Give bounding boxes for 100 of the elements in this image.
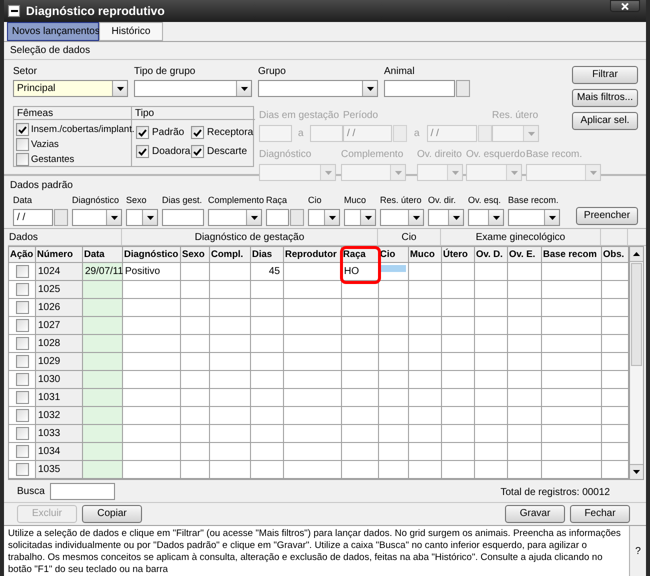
- table-cell: 1031: [36, 389, 83, 406]
- column-header[interactable]: Diagnóstico: [123, 247, 181, 262]
- column-header[interactable]: Base recom: [542, 247, 602, 262]
- dropdown-field[interactable]: [259, 164, 336, 181]
- checkbox[interactable]: [16, 409, 28, 422]
- checkbox[interactable]: [16, 153, 29, 166]
- input-field[interactable]: [259, 125, 292, 142]
- action-button[interactable]: Filtrar: [572, 66, 638, 84]
- checkbox[interactable]: [16, 301, 28, 314]
- field-label: Data: [13, 194, 34, 207]
- column-header[interactable]: Muco: [409, 247, 442, 262]
- table-cell: 1025: [36, 281, 83, 298]
- close-button[interactable]: [610, 0, 640, 12]
- dropdown-field[interactable]: [428, 209, 464, 226]
- checkbox[interactable]: [16, 337, 28, 350]
- input-field[interactable]: [266, 209, 289, 226]
- input-field[interactable]: [384, 80, 455, 97]
- input-field[interactable]: [162, 209, 204, 226]
- dropdown-field[interactable]: [492, 125, 539, 142]
- checkbox[interactable]: [16, 463, 28, 476]
- dropdown-field[interactable]: [72, 209, 122, 226]
- dropdown-field[interactable]: [468, 209, 504, 226]
- input-field[interactable]: [310, 125, 343, 142]
- dropdown-field[interactable]: [134, 80, 252, 97]
- field-label: Base recom.: [526, 148, 584, 161]
- dropdown-field[interactable]: [466, 164, 522, 181]
- tab[interactable]: Novos lançamentos: [7, 22, 99, 41]
- action-button[interactable]: Aplicar sel.: [572, 112, 638, 130]
- field-label: Diagnóstico: [259, 148, 312, 161]
- dropdown-field[interactable]: [308, 209, 340, 226]
- checkbox[interactable]: [16, 391, 28, 404]
- checkmark-icon: [18, 126, 27, 134]
- search-field[interactable]: [50, 482, 115, 500]
- dropdown-field[interactable]: [208, 209, 262, 226]
- caret-icon: [324, 170, 332, 174]
- checkbox[interactable]: [136, 145, 149, 158]
- checkbox[interactable]: [16, 283, 28, 296]
- table-cell: 1026: [36, 299, 83, 316]
- lookup-button[interactable]: [290, 209, 304, 226]
- action-button[interactable]: Copiar: [82, 505, 142, 523]
- scrollbar[interactable]: [630, 246, 644, 480]
- dropdown-field[interactable]: [380, 209, 424, 226]
- field-label: Muco: [344, 194, 368, 207]
- checkbox[interactable]: [191, 126, 204, 139]
- checkbox[interactable]: [16, 138, 29, 151]
- scroll-up-button[interactable]: [630, 247, 643, 262]
- dropdown-field[interactable]: [258, 80, 378, 97]
- checkbox[interactable]: [16, 355, 28, 368]
- column-header[interactable]: Útero: [442, 247, 475, 262]
- column-header[interactable]: Obs.: [602, 247, 629, 262]
- column-header[interactable]: Ov. D.: [475, 247, 508, 262]
- field-label: Dias em gestação: [259, 109, 340, 122]
- dropdown-field[interactable]: [417, 164, 463, 181]
- checkbox[interactable]: [16, 265, 28, 278]
- column-header[interactable]: Ação: [9, 247, 36, 262]
- scroll-thumb[interactable]: [631, 263, 642, 366]
- window-menu-icon[interactable]: [8, 5, 20, 17]
- table-cell: 1028: [36, 335, 83, 352]
- action-button[interactable]: Fechar: [570, 505, 630, 523]
- window-title: Diagnóstico reprodutivo: [26, 3, 165, 20]
- input-field[interactable]: / /: [13, 209, 53, 226]
- table-cell: 1029: [36, 353, 83, 370]
- table-cell: 1034: [36, 443, 83, 460]
- field-label: Res. útero: [380, 194, 423, 207]
- action-button[interactable]: Gravar: [505, 505, 565, 523]
- checkbox[interactable]: [136, 126, 149, 139]
- caret-icon: [328, 216, 336, 220]
- field-label: Ov. direito: [417, 148, 463, 161]
- dropdown-field[interactable]: [508, 209, 560, 226]
- action-button[interactable]: Preencher: [576, 207, 638, 225]
- tab[interactable]: Histórico: [99, 22, 163, 41]
- dropdown-field[interactable]: [344, 209, 376, 226]
- checkbox[interactable]: [16, 123, 29, 136]
- column-header[interactable]: Cio: [379, 247, 409, 262]
- checkmark-icon: [138, 148, 147, 156]
- checkbox-label: Gestantes: [31, 153, 74, 166]
- column-header[interactable]: Dias: [251, 247, 284, 262]
- checkbox[interactable]: [16, 319, 28, 332]
- dropdown-field[interactable]: Principal: [13, 80, 128, 97]
- column-header[interactable]: Compl.: [210, 247, 251, 262]
- column-header[interactable]: Data: [83, 247, 123, 262]
- lookup-button[interactable]: [456, 80, 470, 97]
- column-header[interactable]: Ov. E.: [508, 247, 542, 262]
- column-header[interactable]: Reprodutor: [284, 247, 342, 262]
- lookup-button[interactable]: [54, 209, 68, 226]
- checkbox[interactable]: [16, 445, 28, 458]
- column-header[interactable]: Sexo: [181, 247, 210, 262]
- help-button[interactable]: ?: [629, 526, 646, 576]
- column-group-header: Exame ginecológico: [476, 230, 566, 244]
- scroll-down-button[interactable]: [630, 464, 643, 479]
- dropdown-field[interactable]: [341, 164, 406, 181]
- column-header[interactable]: Número: [36, 247, 83, 262]
- checkmark-icon: [193, 128, 202, 136]
- column-header[interactable]: Raça: [342, 247, 379, 262]
- checkbox[interactable]: [16, 427, 28, 440]
- dropdown-field[interactable]: [526, 164, 601, 181]
- checkbox[interactable]: [191, 145, 204, 158]
- action-button[interactable]: Mais filtros...: [572, 89, 638, 107]
- dropdown-field[interactable]: [126, 209, 158, 226]
- checkbox[interactable]: [16, 373, 28, 386]
